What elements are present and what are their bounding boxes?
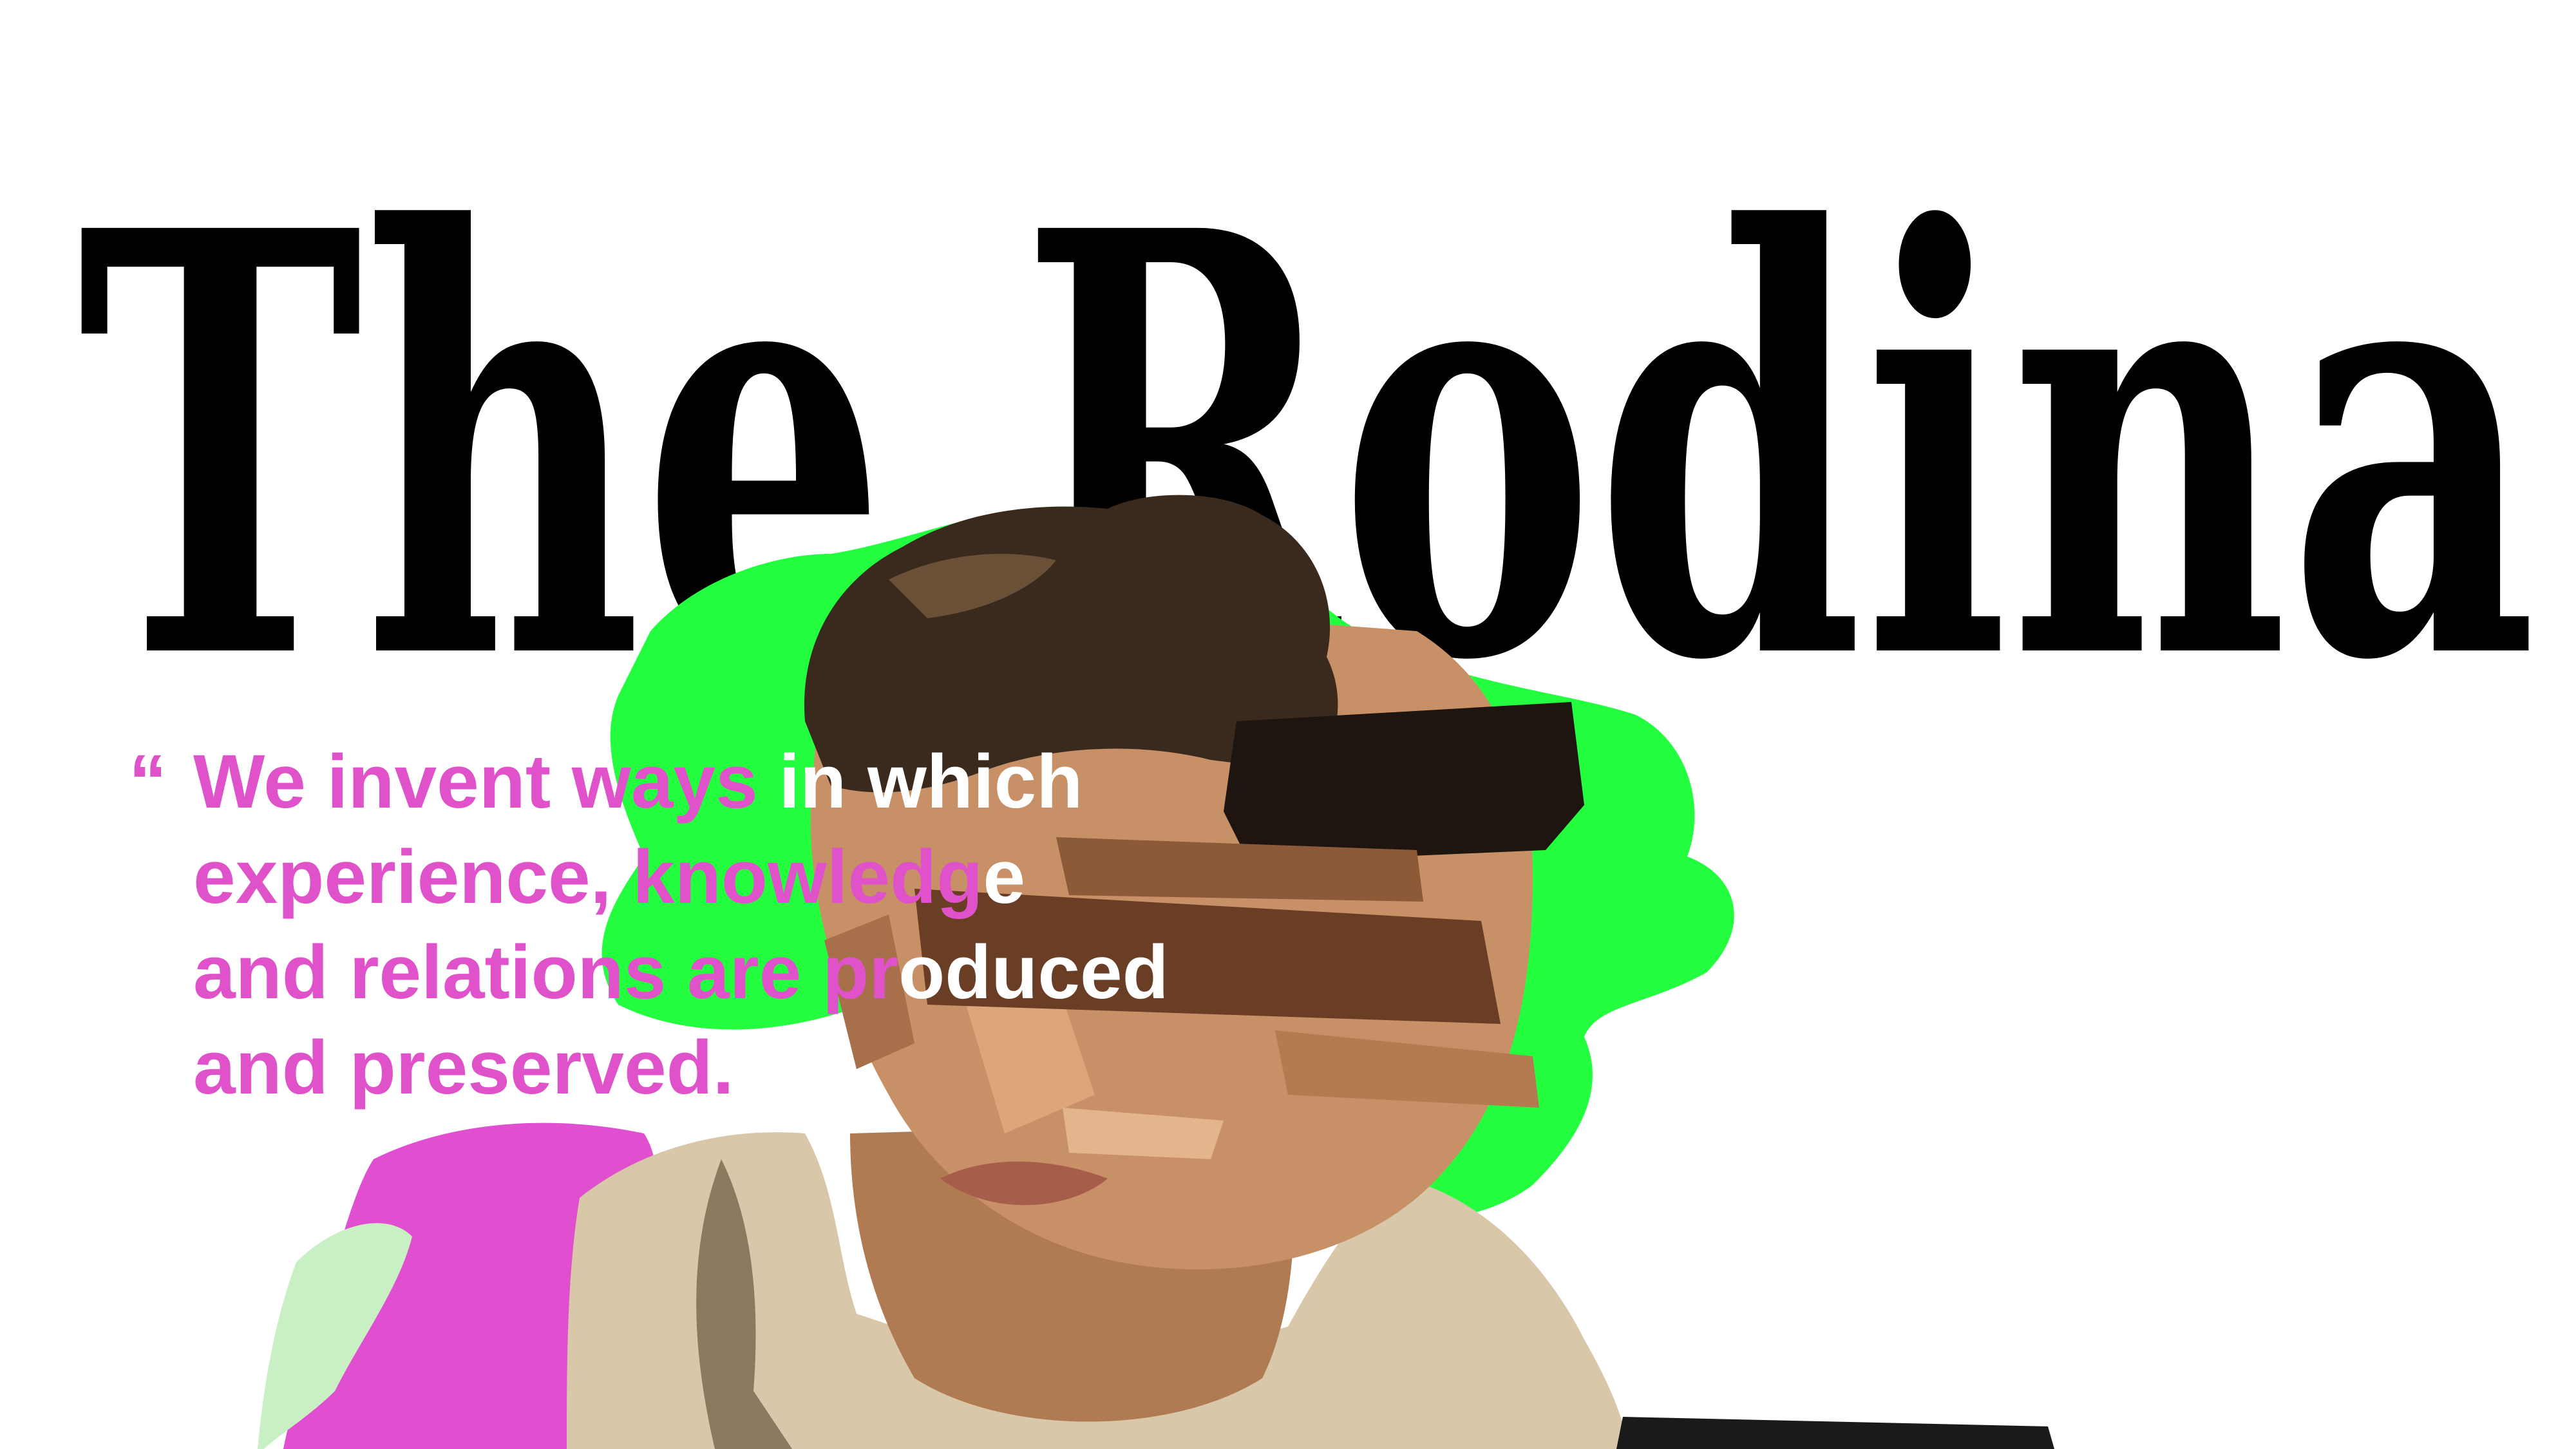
quote-open-mark: “ — [129, 739, 167, 824]
portrait-artwork — [258, 495, 2054, 1449]
quote-lines: We invent ways in which experience, know… — [193, 734, 1169, 1115]
quote-line-3-white: oduced — [898, 930, 1169, 1015]
quote-line-2: experience, knowledge — [193, 829, 1169, 925]
quote-line-3-pink: and relations are pr — [193, 930, 899, 1015]
glitch-slab-dark — [1224, 702, 1584, 863]
quote-line-1-pink: We invent ways — [193, 739, 758, 824]
quote-line-3: and relations are produced — [193, 925, 1169, 1020]
dark-shard — [1616, 1417, 2054, 1449]
quote-line-4-pink: and preserved. — [193, 1025, 734, 1110]
quote-block: “ We invent ways in which experience, kn… — [129, 734, 1169, 1115]
quote-line-1: We invent ways in which — [193, 734, 1169, 829]
quote-line-1-white: in which — [757, 739, 1083, 824]
quote-close-mark: “ — [734, 1025, 793, 1110]
quote-line-4: and preserved. “ — [193, 1020, 1169, 1115]
hero-stage: The Rodina “ We invent ways in which exp… — [0, 0, 2576, 1449]
quote-line-2-white: e — [983, 835, 1025, 920]
quote-line-2-pink: experience, knowledg — [193, 835, 983, 920]
